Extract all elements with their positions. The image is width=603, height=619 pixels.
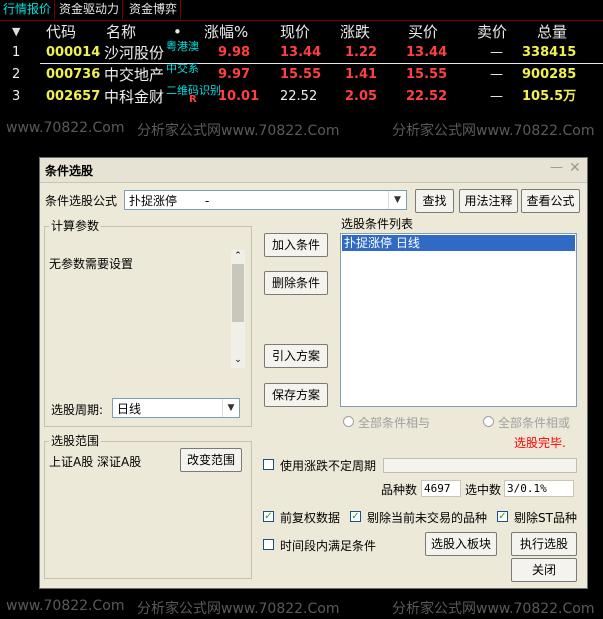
- execute-button[interactable]: 执行选股: [511, 532, 577, 556]
- time-range-label: 时间段内满足条件: [280, 539, 377, 553]
- concept-tag: 中交系: [166, 62, 199, 75]
- view-formula-button[interactable]: 查看公式: [521, 189, 580, 213]
- chevron-down-icon[interactable]: ▼: [222, 399, 239, 417]
- row-index: 3: [12, 89, 21, 104]
- chevron-up-icon[interactable]: ⌃: [231, 250, 245, 262]
- period-value: 日线: [117, 402, 142, 416]
- exclude-untraded-label: 剔除当前未交易的品种: [367, 511, 488, 525]
- find-button[interactable]: 查找: [415, 189, 454, 213]
- formula-label: 条件选股公式: [45, 194, 118, 208]
- risk-badge: R: [189, 94, 197, 105]
- tab-fund-drive[interactable]: 资金驱动力: [56, 0, 124, 19]
- watermark-text: 分析家公式网www.70822.Com: [392, 601, 595, 617]
- current-price: 22.52: [280, 89, 318, 104]
- price-change: 2.05: [345, 89, 378, 104]
- scrollbar-thumb[interactable]: [232, 264, 244, 322]
- watermark-text: 分析家公式网www.70822.Com: [392, 123, 595, 139]
- watermark-text: www.70822.Com: [6, 598, 125, 614]
- progress-bar: [383, 458, 577, 473]
- params-scrollbar[interactable]: ⌃ ⌄: [231, 250, 245, 368]
- params-text: 无参数需要设置: [49, 257, 134, 271]
- change-range-button[interactable]: 改变范围: [180, 448, 242, 472]
- stock-code: 002657: [46, 89, 101, 104]
- exclude-st-label: 剔除ST品种: [514, 511, 577, 525]
- exclude-untraded-checkbox[interactable]: ✓: [350, 511, 361, 522]
- stock-count-label: 品种数: [381, 483, 418, 497]
- watermark-text: 分析家公式网www.70822.Com: [137, 601, 340, 617]
- uncertain-period-checkbox[interactable]: [263, 459, 274, 470]
- all-or-label: 全部条件相或: [498, 416, 571, 430]
- concept-tag: 粤港澳: [166, 40, 199, 53]
- prior-adjust-checkbox[interactable]: ✓: [263, 511, 274, 522]
- tab-quotes[interactable]: 行情报价: [0, 0, 56, 19]
- stock-name: 中科金财: [104, 88, 165, 106]
- range-group-label: 选股范围: [49, 434, 102, 448]
- ask-price: —: [490, 89, 503, 104]
- usage-note-button[interactable]: 用法注释: [459, 189, 518, 213]
- period-select[interactable]: 日线 ▼: [112, 398, 240, 418]
- close-button[interactable]: 关闭: [511, 558, 577, 582]
- close-icon[interactable]: ✕: [569, 160, 581, 176]
- watermark-text: www.70822.Com: [6, 120, 125, 136]
- selected-count-value: 3/0.1%: [504, 480, 574, 497]
- minimize-icon[interactable]: —: [550, 160, 563, 175]
- done-status: 选股完毕.: [514, 436, 566, 450]
- market-tab-bar: 行情报价 资金驱动力 资金博弈: [0, 0, 603, 21]
- bid-price: 22.52: [406, 89, 448, 104]
- into-block-button[interactable]: 选股入板块: [425, 532, 497, 556]
- all-and-radio[interactable]: [343, 416, 354, 427]
- condition-list[interactable]: 扑捉涨停 日线: [340, 233, 577, 407]
- all-or-radio[interactable]: [483, 416, 494, 427]
- formula-dash: -: [205, 194, 210, 208]
- chevron-down-icon[interactable]: ▼: [388, 191, 406, 209]
- condition-list-label: 选股条件列表: [341, 217, 414, 231]
- save-scheme-button[interactable]: 保存方案: [264, 383, 328, 407]
- params-group-label: 计算参数: [49, 219, 102, 233]
- pct-change: 10.01: [218, 89, 260, 104]
- formula-value: 扑捉涨停: [129, 194, 178, 208]
- import-scheme-button[interactable]: 引入方案: [264, 344, 328, 368]
- uncertain-period-label: 使用涨跌不定周期: [280, 459, 377, 473]
- condition-list-item[interactable]: 扑捉涨停 日线: [342, 235, 575, 251]
- formula-select[interactable]: 扑捉涨停 - ▼: [124, 190, 407, 210]
- dialog-titlebar[interactable]: 条件选股 — ✕: [40, 158, 587, 183]
- chevron-down-icon[interactable]: ⌄: [231, 354, 245, 366]
- selected-count-label: 选中数: [465, 483, 502, 497]
- prior-adjust-label: 前复权数据: [280, 511, 341, 525]
- delete-condition-button[interactable]: 删除条件: [264, 271, 328, 295]
- time-range-checkbox[interactable]: [263, 539, 274, 550]
- range-text: 上证A股 深证A股: [49, 455, 142, 469]
- dialog-title: 条件选股: [45, 164, 94, 178]
- total-volume: 105.5万: [522, 89, 577, 104]
- tab-fund-game[interactable]: 资金博弈: [126, 0, 182, 19]
- watermark-text: 分析家公式网www.70822.Com: [137, 123, 340, 139]
- all-and-label: 全部条件相与: [358, 416, 431, 430]
- exclude-st-checkbox[interactable]: ✓: [497, 511, 508, 522]
- stock-count-value: 4697: [421, 480, 461, 497]
- stock-screener-dialog: 条件选股 — ✕ 条件选股公式 扑捉涨停 - ▼ 查找 用法注释 查看公式 计算…: [39, 157, 588, 589]
- add-condition-button[interactable]: 加入条件: [264, 233, 328, 257]
- period-label: 选股周期:: [51, 403, 104, 417]
